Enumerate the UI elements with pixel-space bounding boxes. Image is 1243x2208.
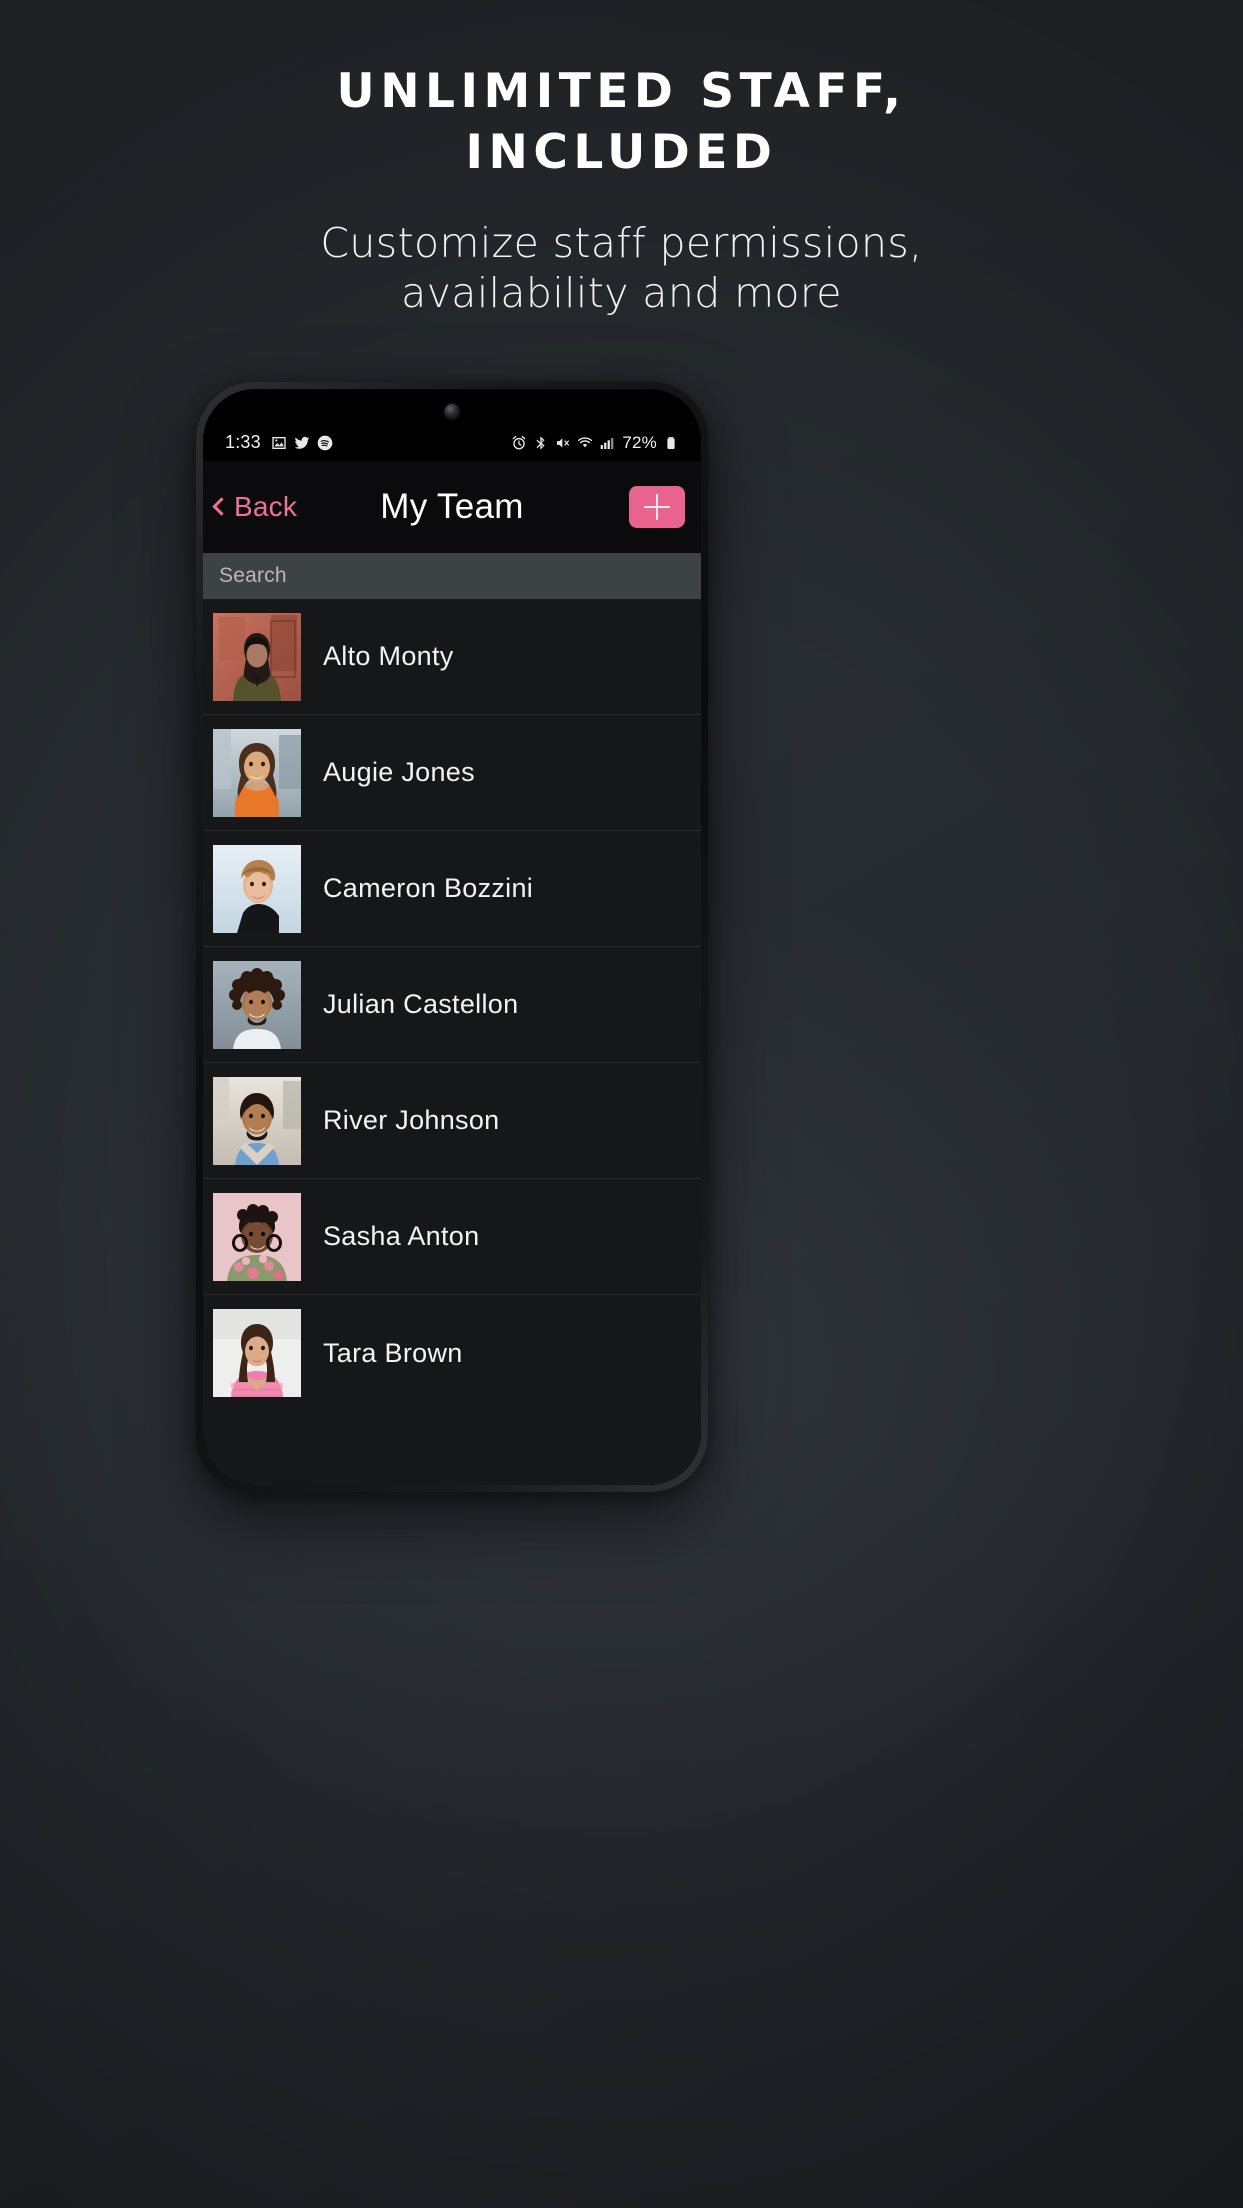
table-row[interactable]: Alto Monty [203,599,701,715]
photo-icon [271,435,287,451]
battery-icon [663,435,679,451]
alarm-icon [511,435,527,451]
table-row[interactable]: Sasha Anton [203,1179,701,1295]
list-item-label: Cameron Bozzini [323,873,534,903]
back-button-label: Back [234,491,298,522]
promo-subtitle-line-1: Customize staff permissions, [320,219,923,267]
status-bar: 1:33 72% [203,389,701,461]
promo-subtitle: Customize staff permissions, availabilit… [0,218,1243,318]
promo-subtitle-line-2: availability and more [401,269,842,318]
promo-headline-line-1: Unlimited Staff, [336,64,907,119]
avatar-alto-monty [213,612,301,701]
list-item-label: Tara Brown [323,1337,463,1368]
bluetooth-icon [533,435,549,451]
list-item-label: Augie Jones [323,757,475,787]
battery-percent-label: 72% [622,433,657,452]
front-camera-icon [444,404,460,419]
back-button[interactable]: Back [212,491,298,523]
avatar-augie-jones [213,728,301,817]
avatar-sasha-anton [213,1192,301,1281]
plus-icon [644,494,670,520]
promo-headline-line-2: Included [465,125,778,180]
list-item-label: Julian Castellon [323,989,519,1019]
avatar-tara-brown [213,1309,301,1397]
table-row[interactable]: River Johnson [203,1063,701,1179]
search-bar[interactable] [203,553,701,599]
promo-headline: Unlimited Staff, Included [0,68,1243,176]
chevron-left-icon [212,497,231,516]
wifi-icon [577,435,593,451]
avatar-julian-castellon [213,960,301,1049]
table-row[interactable]: Julian Castellon [203,947,701,1063]
table-row[interactable]: Tara Brown [203,1295,701,1411]
promo-block: Unlimited Staff, Included Customize staf… [0,0,1243,318]
status-bar-right: 72% [511,433,679,453]
avatar-river-johnson [213,1076,301,1165]
phone-screen: 1:33 72% Back My Team Search Alto Monty … [203,389,701,1485]
spotify-icon [317,435,333,451]
list-item-label: River Johnson [323,1105,500,1135]
cellular-signal-icon [599,435,615,451]
phone-mockup: 1:33 72% Back My Team Search Alto Monty … [196,382,708,1492]
mute-icon [555,435,571,451]
status-bar-left: 1:33 [225,432,511,453]
avatar-cameron-bozzini [213,844,301,933]
team-member-list[interactable]: Alto Monty Augie Jones Cameron Bozzini J… [203,599,701,1485]
table-row[interactable]: Augie Jones [203,715,701,831]
add-team-member-button[interactable] [629,486,685,528]
app-navigation-bar: Back My Team [203,461,701,553]
table-row[interactable]: Cameron Bozzini [203,831,701,947]
list-item-label: Alto Monty [323,641,454,671]
status-bar-clock: 1:33 [225,432,261,452]
search-input[interactable] [219,564,685,588]
twitter-icon [294,435,310,451]
phone-bezel: 1:33 72% Back My Team Search Alto Monty … [203,389,701,1485]
list-item-label: Sasha Anton [323,1221,480,1251]
